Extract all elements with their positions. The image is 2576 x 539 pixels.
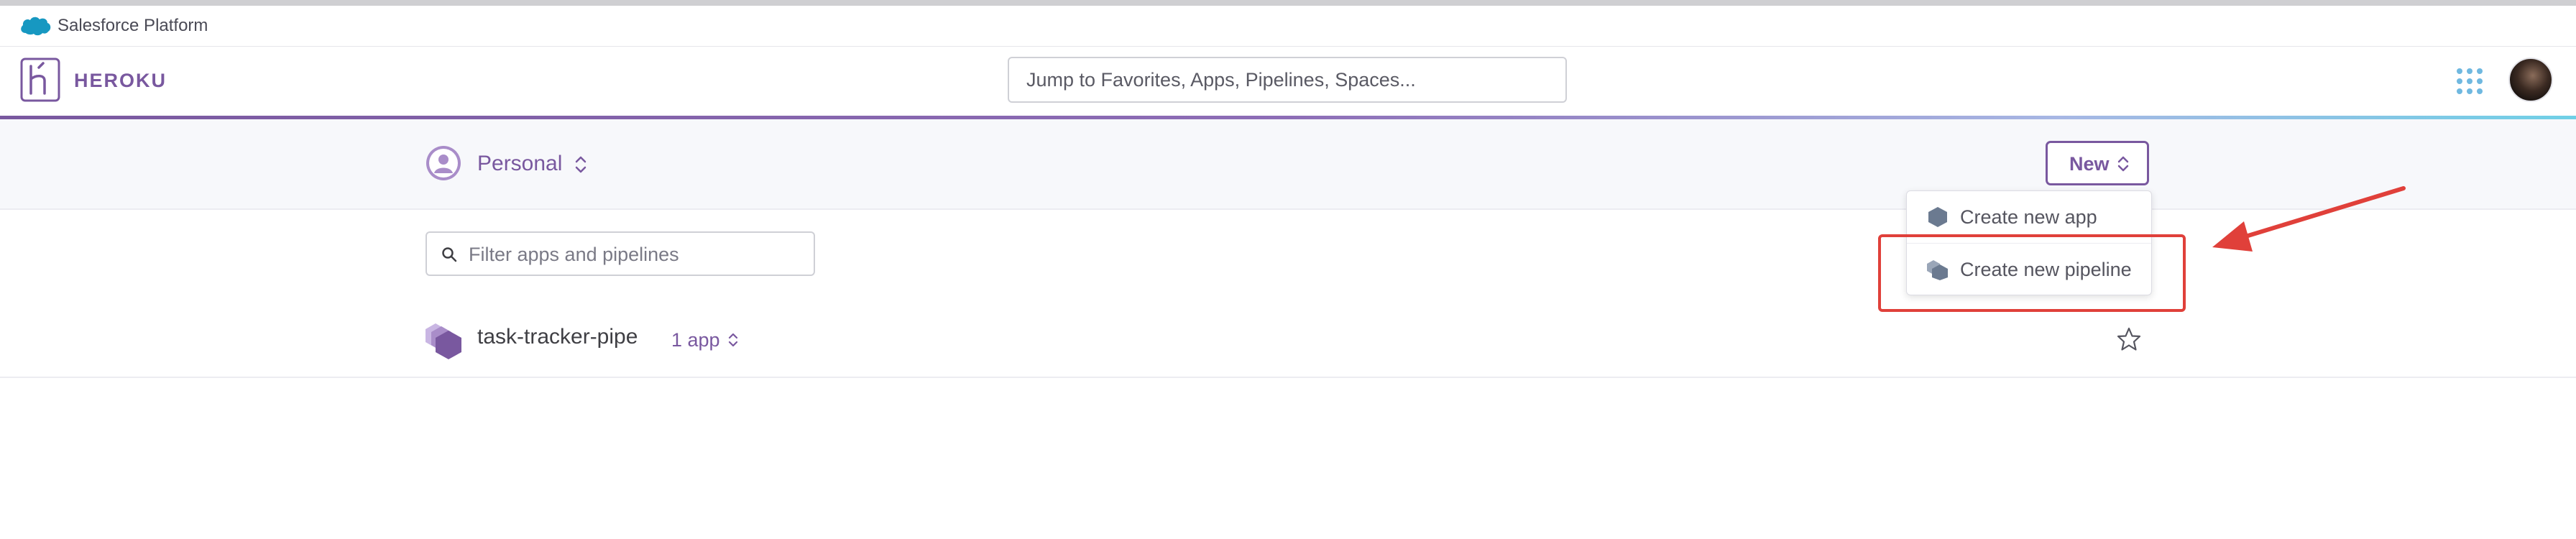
annotation-highlight-box <box>1878 234 2186 312</box>
apps-grid-icon[interactable] <box>2455 67 2484 96</box>
pipeline-name-link[interactable]: task-tracker-pipe <box>477 324 638 350</box>
user-avatar[interactable] <box>2508 57 2553 102</box>
chevron-updown-icon[interactable] <box>727 331 739 349</box>
heroku-logo-icon[interactable] <box>20 57 60 102</box>
salesforce-cloud-icon <box>21 17 51 36</box>
menu-item-label: Create new app <box>1960 206 2097 228</box>
account-switcher[interactable]: Personal <box>477 151 562 177</box>
salesforce-platform-bar: Salesforce Platform <box>0 6 2576 47</box>
user-account-icon <box>426 146 461 180</box>
heroku-brand[interactable]: HEROKU <box>74 70 167 91</box>
jump-search-input[interactable] <box>1008 57 1567 103</box>
account-bar: Personal New <box>0 119 2576 210</box>
filter-field[interactable] <box>426 231 815 276</box>
chevron-updown-icon <box>2117 156 2129 172</box>
heroku-header: HEROKU <box>0 47 2576 116</box>
window-top-edge <box>0 0 2576 6</box>
new-button[interactable]: New <box>2046 141 2149 185</box>
search-icon <box>442 247 457 262</box>
app-hexagon-icon <box>1928 207 1947 227</box>
filter-input[interactable] <box>467 233 808 276</box>
chevron-updown-icon[interactable] <box>574 155 588 175</box>
new-button-label: New <box>2069 153 2110 175</box>
pipeline-hexagons-icon <box>426 323 461 359</box>
pipeline-row[interactable]: task-tracker-pipe 1 app <box>0 302 2576 378</box>
salesforce-platform-title: Salesforce Platform <box>58 16 208 35</box>
annotation-arrow-icon <box>2212 186 2406 252</box>
favorite-star-icon[interactable] <box>2116 326 2142 352</box>
pipeline-app-count[interactable]: 1 app <box>671 329 720 351</box>
